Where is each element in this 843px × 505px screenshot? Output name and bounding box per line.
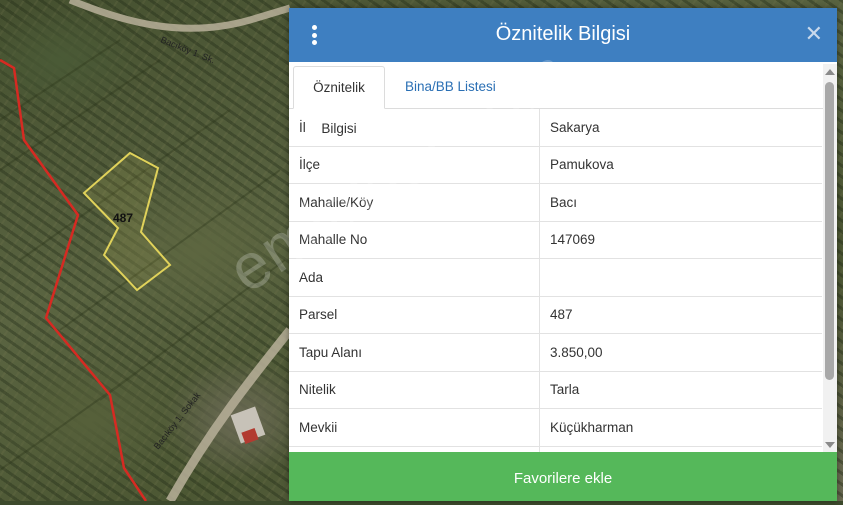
row-value: Sakarya — [539, 109, 822, 147]
row-key: Ada — [289, 258, 540, 297]
tab-bar: Öznitelik Bilgisi Bina/BB Listesi — [289, 62, 823, 136]
tab-building-list[interactable]: Bina/BB Listesi — [405, 66, 496, 107]
row-value: Bacı — [539, 183, 822, 222]
row-key: Mahalle/Köy — [289, 183, 540, 222]
row-value: 147069 — [539, 221, 822, 259]
row-key: İlçe — [289, 146, 540, 184]
panel-header: Öznitelik Bilgisi ✕ — [289, 8, 837, 62]
tab-attribute-info[interactable]: Öznitelik Bilgisi — [293, 66, 385, 136]
road-label-bottom: Bacıköy 1. Sokak — [152, 390, 203, 451]
parcel-number-label: 487 — [113, 211, 133, 225]
vertical-scrollbar[interactable] — [823, 64, 837, 452]
table-row: Mahalle No 147069 — [289, 221, 822, 259]
scroll-up-icon[interactable] — [825, 69, 835, 75]
add-to-favorites-button[interactable]: Favorilere ekle — [289, 452, 837, 501]
table-row: Tapu Alanı 3.850,00 — [289, 333, 822, 372]
row-key: Parsel — [289, 296, 540, 334]
scroll-thumb[interactable] — [825, 82, 834, 380]
row-value: Pamukova — [539, 146, 822, 184]
row-key: Mahalle No — [289, 221, 540, 259]
row-value: Tarla — [539, 371, 822, 409]
row-key: Tapu Alanı — [289, 333, 540, 372]
scroll-down-icon[interactable] — [825, 442, 835, 448]
table-row: İlçe Pamukova — [289, 146, 822, 184]
table-row: Nitelik Tarla — [289, 371, 822, 409]
table-row: Ada — [289, 258, 822, 297]
attribute-panel: Öznitelik Bilgisi ✕ Öznitelik Bilgisi Bi… — [289, 8, 837, 501]
row-key: Mevkii — [289, 408, 540, 447]
row-value: Küçükharman — [539, 408, 822, 447]
row-value — [539, 258, 822, 297]
row-key: İl — [289, 109, 540, 147]
table-row: Mahalle/Köy Bacı — [289, 183, 822, 222]
boundary-line — [0, 58, 148, 501]
row-value: 487 — [539, 296, 822, 334]
table-row: İl Sakarya — [289, 109, 822, 147]
table-row: Parsel 487 — [289, 296, 822, 334]
row-value: 3.850,00 — [539, 333, 822, 372]
road-label-top: Bacıköy 1. Sk. — [159, 35, 216, 66]
row-key: Nitelik — [289, 371, 540, 409]
panel-title: Öznitelik Bilgisi — [495, 23, 631, 45]
close-icon[interactable]: ✕ — [805, 22, 823, 46]
table-row: Mevkii Küçükharman — [289, 408, 822, 447]
attribute-table: İl Sakarya İlçe Pamukova Mahalle/Köy Bac… — [289, 109, 822, 452]
